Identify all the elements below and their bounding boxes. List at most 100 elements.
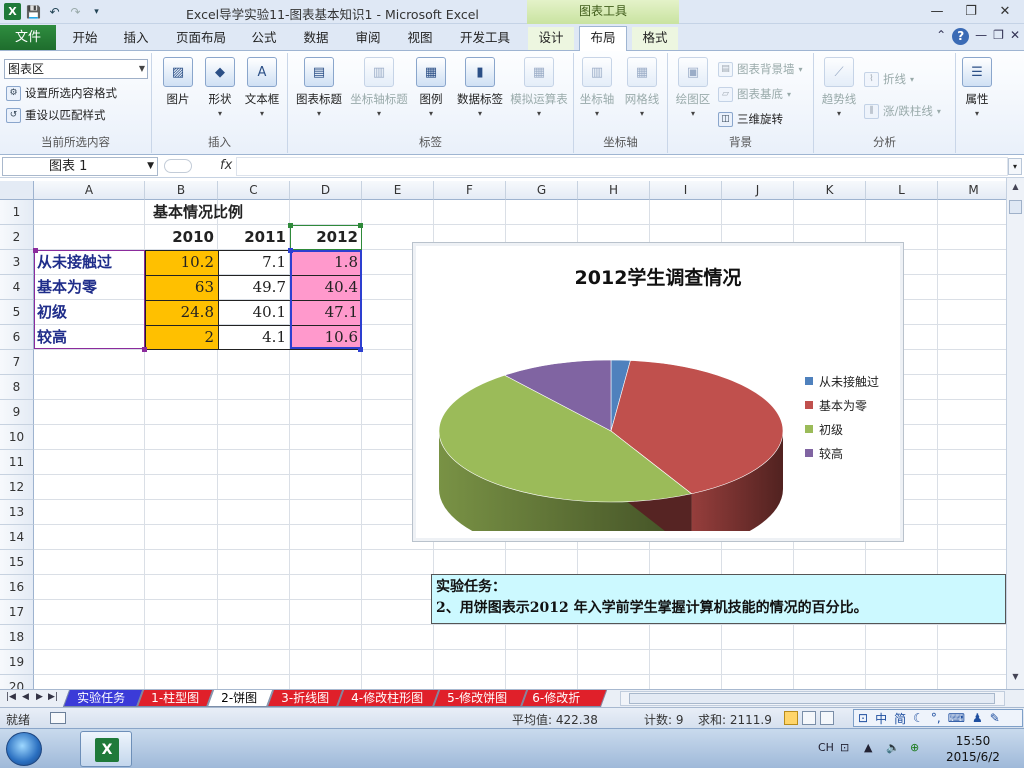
format-selection-button[interactable]: ⚙ 设置所选内容格式 (6, 83, 117, 103)
column-header-f[interactable]: F (434, 181, 506, 200)
last-sheet-icon[interactable]: ▶| (48, 692, 58, 702)
vertical-scroll-thumb[interactable] (1009, 200, 1022, 214)
close-button[interactable]: ✕ (992, 2, 1018, 22)
cell-c5[interactable]: 40.1 (218, 300, 290, 325)
range-handle[interactable] (288, 248, 293, 253)
first-sheet-icon[interactable]: |◀ (6, 692, 16, 702)
page-layout-view-button[interactable] (802, 711, 816, 725)
row-header-17[interactable]: 17 (0, 600, 34, 625)
scroll-down-icon[interactable]: ▼ (1007, 670, 1024, 684)
tray-arrow-icon[interactable]: ▲ (864, 741, 872, 754)
row-label-basic-zero[interactable]: 基本为零 (34, 275, 145, 300)
axes-button[interactable]: ▥ 坐标轴 ▾ (574, 57, 620, 118)
ime-simplified-mode[interactable]: 简 (894, 710, 906, 727)
column-header-j[interactable]: J (722, 181, 794, 200)
row-header-18[interactable]: 18 (0, 625, 34, 650)
range-handle[interactable] (288, 223, 293, 228)
tray-language[interactable]: CH (818, 741, 834, 754)
doc-restore-icon[interactable]: ❐ (993, 28, 1004, 45)
page-break-view-button[interactable] (820, 711, 834, 725)
chart-title[interactable]: 2012学生调查情况 (413, 263, 903, 290)
trendline-button[interactable]: ⟋ 趋势线 ▾ (814, 57, 864, 118)
legend-button[interactable]: ▦ 图例 ▾ (408, 57, 454, 118)
cell-c4[interactable]: 49.7 (218, 275, 290, 300)
row-header-3[interactable]: 3 (0, 250, 34, 275)
column-header-h[interactable]: H (578, 181, 650, 200)
plot-area-button[interactable]: ▣ 绘图区 ▾ (668, 57, 718, 118)
insert-textbox-button[interactable]: A 文本框 ▾ (236, 57, 288, 118)
sheet-tab[interactable]: 3-折线图 (266, 690, 344, 707)
column-header-k[interactable]: K (794, 181, 866, 200)
tray-volume-icon[interactable]: 🔈 (886, 741, 900, 754)
column-header-c[interactable]: C (218, 181, 290, 200)
ime-chinese-mode[interactable]: 中 (875, 710, 887, 727)
insert-function-button[interactable]: fx (220, 158, 232, 173)
cell-b4[interactable]: 63 (145, 275, 218, 300)
tray-network-icon[interactable]: ⊕ (910, 741, 919, 754)
chart-legend[interactable]: 从未接触过 基本为零 初级 较高 (805, 369, 879, 465)
sheet-tab[interactable]: 6-修改折线 (520, 690, 608, 721)
row-header-1[interactable]: 1 (0, 200, 34, 225)
tray-clock[interactable]: 15:50 2015/6/2 (944, 733, 1002, 765)
row-header-14[interactable]: 14 (0, 525, 34, 550)
taskbar-excel-button[interactable]: X (80, 731, 132, 767)
cell-c6[interactable]: 4.1 (218, 325, 290, 350)
sheet-tab[interactable]: 实验任务 (62, 690, 144, 707)
tab-home[interactable]: 开始 (62, 27, 108, 50)
legend-entry[interactable]: 基本为零 (805, 393, 879, 417)
updown-bars-button[interactable]: ⫼ 涨/跌柱线 ▾ (864, 101, 941, 121)
doc-close-icon[interactable]: ✕ (1010, 28, 1020, 45)
tab-data[interactable]: 数据 (294, 27, 338, 50)
header-2012[interactable]: 2012 (290, 225, 362, 250)
row-header-9[interactable]: 9 (0, 400, 34, 425)
row-header-2[interactable]: 2 (0, 225, 34, 250)
ime-toolbar[interactable]: ⊡ 中 简 ☾ °, ⌨ ♟ ✎ (853, 709, 1023, 727)
ime-moon-icon[interactable]: ☾ (913, 711, 924, 725)
data-table-button[interactable]: ▦ 模拟运算表 ▾ (508, 57, 570, 118)
column-header-b[interactable]: B (145, 181, 218, 200)
chart-title-button[interactable]: ▤ 图表标题 ▾ (290, 57, 348, 118)
sheet-tab[interactable]: 4-修改柱形图 (336, 690, 440, 707)
restore-button[interactable]: ❐ (958, 2, 984, 22)
row-header-10[interactable]: 10 (0, 425, 34, 450)
row-header-11[interactable]: 11 (0, 450, 34, 475)
column-header-e[interactable]: E (362, 181, 434, 200)
help-icon[interactable]: ? (952, 28, 970, 45)
legend-entry[interactable]: 初级 (805, 417, 879, 441)
range-handle[interactable] (142, 347, 147, 352)
cell-b5[interactable]: 24.8 (145, 300, 218, 325)
pie-plot[interactable] (439, 291, 809, 531)
column-header-a[interactable]: A (34, 181, 145, 200)
sheet-tab[interactable]: 5-修改饼图 (432, 690, 528, 707)
normal-view-button[interactable] (784, 711, 798, 725)
tab-view[interactable]: 视图 (398, 27, 442, 50)
tab-developer[interactable]: 开发工具 (452, 27, 518, 50)
column-header-l[interactable]: L (866, 181, 938, 200)
minimize-button[interactable]: — (924, 2, 950, 22)
ime-logo-icon[interactable]: ⊡ (858, 711, 868, 725)
doc-minimize-icon[interactable]: — (975, 28, 987, 45)
tab-design[interactable]: 设计 (528, 27, 574, 50)
range-handle[interactable] (358, 347, 363, 352)
legend-entry[interactable]: 从未接触过 (805, 369, 879, 393)
range-handle[interactable] (33, 248, 38, 253)
header-2010[interactable]: 2010 (145, 225, 218, 250)
name-box[interactable]: 图表 1 ▼ (2, 157, 158, 176)
gridlines-button[interactable]: ▦ 网格线 ▾ (618, 57, 666, 118)
column-header-g[interactable]: G (506, 181, 578, 200)
lines-button[interactable]: ⌇ 折线 ▾ (864, 69, 914, 89)
row-header-13[interactable]: 13 (0, 500, 34, 525)
chart-wall-button[interactable]: ▤ 图表背景墙 ▾ (718, 59, 803, 79)
ime-punct-icon[interactable]: °, (931, 711, 941, 725)
macro-record-icon[interactable] (50, 712, 66, 724)
collapse-ribbon-icon[interactable]: ⌃ (936, 28, 946, 45)
row-header-7[interactable]: 7 (0, 350, 34, 375)
row-header-12[interactable]: 12 (0, 475, 34, 500)
header-2011[interactable]: 2011 (218, 225, 290, 250)
row-label-never[interactable]: 从未接触过 (34, 250, 145, 275)
cell-c3[interactable]: 7.1 (218, 250, 290, 275)
pie-chart[interactable]: 2012学生调查情况 从未接触过 基本为零 初级 较高 (412, 242, 904, 542)
ime-wrench-icon[interactable]: ✎ (990, 711, 1000, 725)
formula-input[interactable] (236, 157, 1008, 176)
expand-formula-bar-button[interactable]: ▾ (1008, 158, 1022, 175)
